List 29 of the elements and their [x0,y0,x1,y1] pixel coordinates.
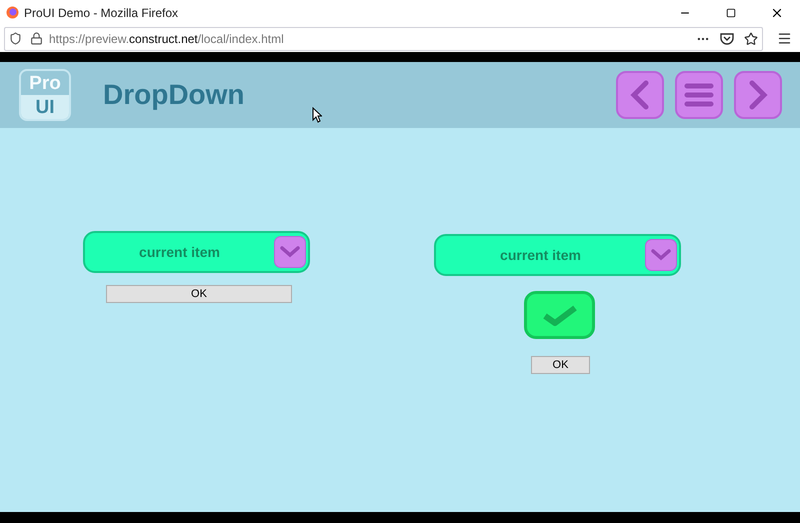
dropdown-toggle[interactable] [274,236,306,268]
window-title: ProUI Demo - Mozilla Firefox [24,4,178,22]
menu-button[interactable] [675,71,723,119]
dropdown-value: current item [499,246,582,264]
chevron-down-icon [280,246,300,258]
browser-logo-icon [6,6,19,19]
chevron-right-icon [748,80,768,110]
address-bar[interactable]: https://preview.construct.net/local/index.html [4,26,763,50]
menu-icon [777,31,792,46]
shield-icon [9,32,22,45]
bookmark-star-icon [744,32,758,46]
checkmark-icon [540,304,578,326]
ok-button[interactable]: OK [531,356,590,374]
mouse-cursor-icon [312,107,322,123]
pocket-icon[interactable] [720,32,734,45]
forward-button[interactable] [734,71,782,119]
back-button[interactable] [616,71,664,119]
ok-button[interactable]: OK [106,285,292,303]
maximize-icon [726,8,736,18]
chevron-left-icon [630,80,650,110]
lock-icon [30,32,43,45]
hamburger-icon [684,82,714,108]
page-title: DropDown [103,78,245,112]
url-text: https://preview.construct.net/local/index.html [49,30,284,48]
confirm-button[interactable] [524,291,595,339]
dropdown-value: current item [138,242,221,262]
dropdown-toggle[interactable] [645,239,677,271]
chevron-down-icon [651,249,671,261]
app-logo: Pro UI [19,69,71,121]
